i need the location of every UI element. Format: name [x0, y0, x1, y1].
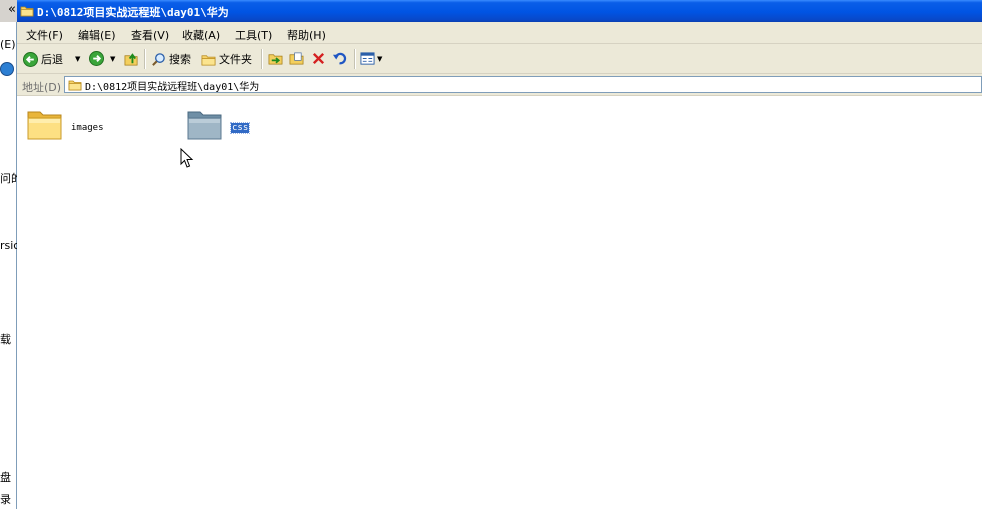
delete-button[interactable]	[311, 51, 326, 66]
folders-label: 文件夹	[219, 53, 252, 66]
background-text-5: 录	[0, 493, 11, 506]
menu-view[interactable]: 查看(V)	[131, 27, 169, 43]
menu-edit[interactable]: 编辑(E)	[78, 27, 116, 43]
up-folder-icon	[124, 53, 138, 66]
folder-name: images	[71, 123, 104, 133]
explorer-window: D:\0812项目实战远程班\day01\华为 文件(F) 编辑(E) 查看(V…	[17, 0, 982, 509]
address-bar: 地址(D) D:\0812项目实战远程班\day01\华为	[17, 74, 982, 96]
folder-icon	[187, 111, 222, 140]
background-menu-fragment[interactable]: (E)	[0, 38, 16, 51]
folder-name: css	[229, 122, 251, 134]
back-label: 后退	[41, 53, 63, 66]
folder-item-images[interactable]: images	[26, 106, 104, 145]
move-to-icon	[268, 54, 283, 65]
toolbar-separator	[261, 49, 263, 69]
folder-item-css[interactable]: css	[186, 106, 251, 145]
menu-favorites[interactable]: 收藏(A)	[182, 27, 220, 43]
background-window: « (E) 问的 rsic 载 盘 录	[0, 0, 22, 509]
views-icon	[360, 52, 375, 65]
file-list[interactable]: images css	[17, 96, 982, 509]
search-button[interactable]: 搜索	[151, 51, 191, 67]
up-button[interactable]	[124, 51, 139, 66]
copy-to-icon	[289, 52, 304, 65]
move-to-button[interactable]	[268, 51, 283, 66]
address-label: 地址(D)	[22, 81, 62, 94]
forward-dropdown-icon[interactable]: ▼	[110, 55, 115, 63]
views-dropdown-icon[interactable]: ▼	[377, 55, 382, 63]
title-bar[interactable]: D:\0812项目实战远程班\day01\华为	[17, 0, 982, 22]
address-input[interactable]: D:\0812项目实战远程班\day01\华为	[64, 76, 982, 93]
menu-file[interactable]: 文件(F)	[26, 27, 63, 43]
undo-button[interactable]	[332, 51, 347, 66]
toolbar-separator	[144, 49, 146, 69]
undo-icon	[332, 52, 347, 65]
folder-icon	[27, 111, 62, 140]
background-text-4: 盘	[0, 471, 11, 484]
forward-arrow-icon	[89, 51, 104, 66]
search-label: 搜索	[169, 53, 191, 66]
delete-icon	[312, 52, 325, 65]
back-arrow-icon	[23, 51, 38, 67]
forward-button[interactable]: ▼	[89, 51, 115, 66]
folder-icon	[68, 79, 82, 94]
copy-to-button[interactable]	[289, 51, 304, 66]
back-button[interactable]: 后退 ▼	[23, 51, 80, 67]
menu-help[interactable]: 帮助(H)	[287, 27, 326, 43]
back-dropdown-icon[interactable]: ▼	[75, 55, 80, 63]
folders-button[interactable]: 文件夹	[201, 51, 252, 67]
address-value: D:\0812项目实战远程班\day01\华为	[85, 82, 260, 93]
search-icon	[152, 52, 165, 66]
folder-icon	[20, 5, 34, 20]
toolbar: 后退 ▼ ▼ 搜索 文件夹 ▼	[17, 44, 982, 74]
menu-bar: 文件(F) 编辑(E) 查看(V) 收藏(A) 工具(T) 帮助(H)	[17, 22, 982, 44]
window-title: D:\0812项目实战远程班\day01\华为	[37, 6, 229, 19]
menu-tools[interactable]: 工具(T)	[235, 27, 272, 43]
folders-icon	[201, 54, 216, 65]
views-button[interactable]: ▼	[360, 51, 382, 66]
background-text-3: 载	[0, 333, 11, 346]
mouse-cursor-icon	[180, 148, 194, 168]
ie-icon	[0, 62, 14, 76]
toolbar-separator	[354, 49, 356, 69]
background-chevron[interactable]: «	[8, 2, 16, 17]
